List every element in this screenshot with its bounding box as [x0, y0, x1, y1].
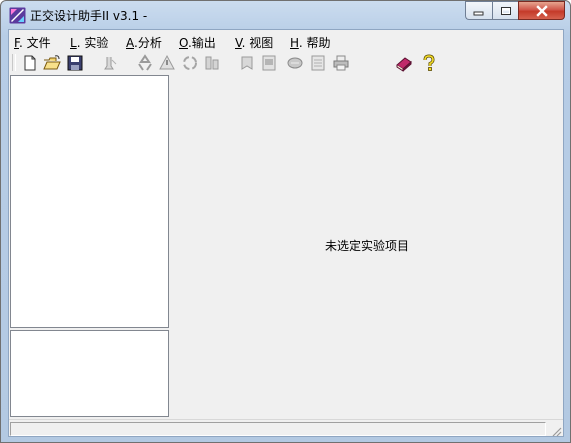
help-book-icon[interactable]	[395, 54, 413, 72]
maximize-button[interactable]	[492, 1, 518, 20]
status-pane	[10, 422, 546, 436]
recycle-icon[interactable]	[136, 54, 154, 72]
minimize-icon	[473, 11, 484, 15]
toolbar	[9, 52, 563, 74]
menu-view[interactable]: V. 视图	[235, 34, 273, 51]
minimize-button[interactable]	[465, 1, 492, 20]
app-logo-icon	[9, 7, 26, 24]
save-disk-icon[interactable]	[66, 54, 84, 72]
settings-icon[interactable]	[203, 54, 221, 72]
title-bar[interactable]: 正交设计助手II v3.1 -	[1, 1, 570, 29]
menu-help[interactable]: H. 帮助	[290, 34, 330, 51]
menu-analysis[interactable]: A.分析	[126, 34, 162, 51]
menu-file[interactable]: F. 文件	[14, 34, 51, 51]
menu-bar: F. 文件 L. 实验 A.分析 O.输出 V. 视图 H. 帮助	[9, 30, 563, 52]
close-button[interactable]	[518, 1, 565, 20]
new-document-icon[interactable]	[21, 54, 39, 72]
no-selection-message: 未选定实验项目	[325, 239, 410, 253]
menu-output[interactable]: O.输出	[179, 34, 216, 51]
toolbar-grip[interactable]	[12, 54, 16, 71]
open-folder-icon[interactable]	[43, 54, 61, 72]
main-content-area: 未选定实验项目	[171, 75, 563, 418]
properties-panel[interactable]	[10, 330, 169, 417]
chart-icon[interactable]	[286, 54, 304, 72]
help-question-icon[interactable]	[420, 54, 438, 72]
caption-buttons	[465, 1, 565, 20]
calendar-icon[interactable]	[309, 54, 327, 72]
app-window: 正交设计助手II v3.1 - F. 文件 L. 实验 A.分析 O.输出 V.…	[0, 0, 571, 443]
recycle-alt-icon[interactable]	[181, 54, 199, 72]
status-bar	[9, 419, 563, 438]
report-icon[interactable]	[260, 54, 278, 72]
experiment-icon[interactable]	[101, 54, 119, 72]
close-icon	[535, 4, 548, 17]
client-area: F. 文件 L. 实验 A.分析 O.输出 V. 视图 H. 帮助 未选定实验项…	[8, 29, 564, 437]
maximize-icon	[500, 6, 511, 15]
analysis-triangle-icon[interactable]	[158, 54, 176, 72]
bookmark-icon[interactable]	[238, 54, 256, 72]
experiment-tree-panel[interactable]	[10, 75, 169, 328]
print-icon[interactable]	[332, 54, 350, 72]
window-title: 正交设计助手II v3.1 -	[30, 9, 148, 23]
resize-grip-icon[interactable]	[550, 425, 562, 437]
menu-experiment[interactable]: L. 实验	[70, 34, 108, 51]
